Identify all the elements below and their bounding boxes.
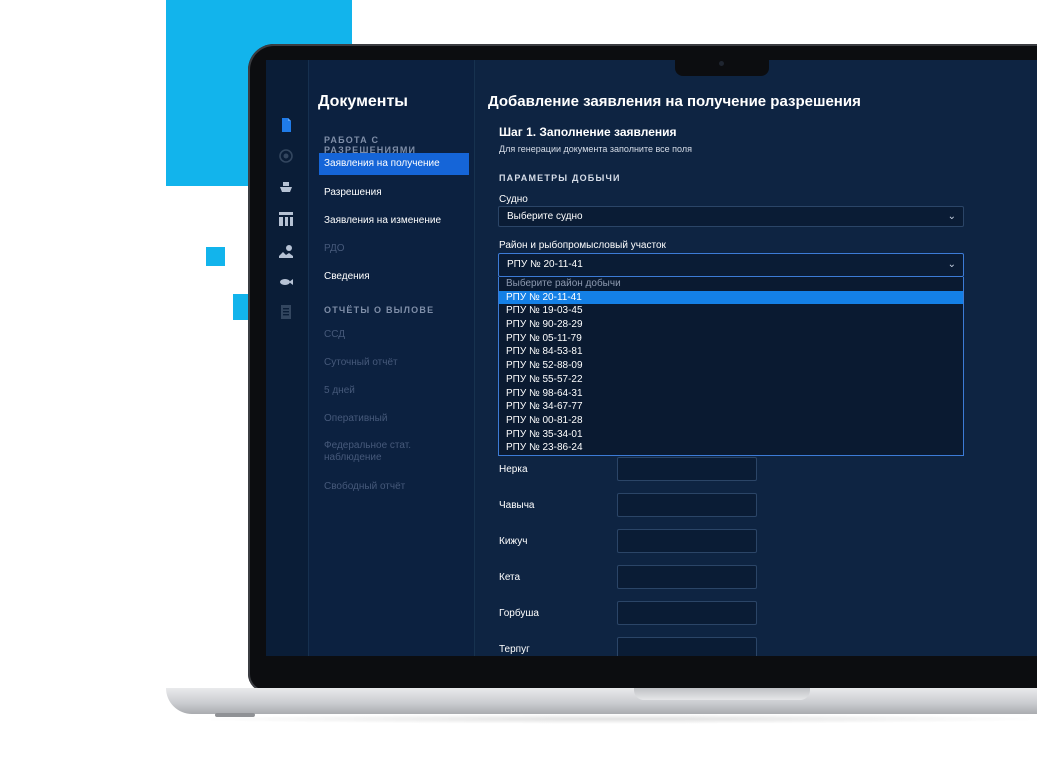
sidebar-item-rdo[interactable]: РДО [319, 238, 469, 260]
map-icon[interactable] [278, 243, 294, 259]
vessel-select[interactable]: Выберите судно ⌄ [498, 206, 964, 227]
main-content: Добавление заявления на получение разреш… [474, 60, 1037, 656]
species-input-chavycha[interactable] [617, 493, 757, 517]
sidebar-section-permissions: РАБОТА С РАЗРЕШЕНИЯМИ [324, 135, 417, 155]
sidebar-item-free-report[interactable]: Свободный отчёт [319, 476, 469, 498]
district-dropdown: Выберите район добычи РПУ № 20-11-41 РПУ… [498, 277, 964, 456]
dropdown-option[interactable]: РПУ № 00-81-28 [499, 414, 963, 428]
district-select[interactable]: РПУ № 20-11-41 ⌄ [498, 253, 964, 277]
sidebar-item-5-days[interactable]: 5 дней [319, 380, 469, 402]
dropdown-option[interactable]: РПУ № 34-67-77 [499, 400, 963, 414]
species-input-keta[interactable] [617, 565, 757, 589]
dropdown-option[interactable]: РПУ № 05-11-79 [499, 332, 963, 346]
species-label-gorbusha: Горбуша [499, 608, 539, 619]
sidebar-item-federal-stat[interactable]: Федеральное стат. наблюдение [319, 438, 419, 468]
species-label-nerka: Нерка [499, 464, 528, 475]
district-select-value: РПУ № 20-11-41 [507, 259, 583, 270]
step-subtitle: Для генерации документа заполните все по… [499, 144, 692, 154]
fish-icon[interactable] [278, 274, 294, 290]
laptop-base [166, 688, 1037, 714]
species-label-keta: Кета [499, 572, 521, 583]
dashboard-icon[interactable] [278, 211, 294, 227]
dropdown-option[interactable]: РПУ № 55-57-22 [499, 373, 963, 387]
species-label-chavycha: Чавыча [499, 500, 535, 511]
vessel-label: Судно [499, 194, 528, 205]
step-title: Шаг 1. Заполнение заявления [499, 125, 677, 139]
sidebar-section-reports: ОТЧЁТЫ О ВЫЛОВЕ [324, 305, 435, 315]
sidebar-item-applications-change[interactable]: Заявления на изменение [319, 210, 469, 232]
sidebar-item-info[interactable]: Сведения [319, 266, 469, 288]
dropdown-option[interactable]: РПУ № 84-53-81 [499, 345, 963, 359]
camera-icon [719, 61, 724, 66]
dropdown-option[interactable]: РПУ № 90-28-29 [499, 318, 963, 332]
chevron-down-icon: ⌄ [947, 211, 956, 222]
laptop-shadow [180, 714, 1037, 724]
documents-icon[interactable] [278, 117, 294, 133]
species-input-nerka[interactable] [617, 457, 757, 481]
sidebar-item-operative[interactable]: Оперативный [319, 408, 469, 430]
chevron-down-icon: ⌄ [947, 259, 956, 270]
target-icon[interactable] [278, 148, 294, 164]
sidebar-item-ssd[interactable]: ССД [319, 324, 469, 346]
dropdown-option[interactable]: РПУ № 20-11-41 [499, 290, 963, 305]
dropdown-option[interactable]: РПУ № 35-34-01 [499, 428, 963, 442]
decorative-blue-square-small [206, 247, 225, 266]
species-label-terpug: Терпуг [499, 644, 530, 655]
district-label: Район и рыбопромысловый участок [499, 240, 666, 251]
species-label-kizhuch: Кижуч [499, 536, 528, 547]
page-title: Добавление заявления на получение разреш… [488, 93, 861, 110]
dropdown-placeholder: Выберите район добычи [506, 278, 621, 289]
sidebar: Документы РАБОТА С РАЗРЕШЕНИЯМИ Заявлени… [309, 60, 474, 656]
dropdown-option[interactable]: РПУ № 23-86-24 [499, 441, 963, 455]
camera-notch [675, 56, 769, 76]
ship-icon[interactable] [278, 179, 294, 195]
species-input-kizhuch[interactable] [617, 529, 757, 553]
laptop-foot [215, 713, 255, 717]
sidebar-item-daily-report[interactable]: Суточный отчёт [319, 352, 469, 374]
vessel-select-value: Выберите судно [507, 211, 583, 222]
sidebar-title: Документы [318, 93, 408, 110]
dropdown-option[interactable]: РПУ № 19-03-45 [499, 304, 963, 318]
dropdown-option[interactable]: РПУ № 52-88-09 [499, 359, 963, 373]
sidebar-item-permissions[interactable]: Разрешения [319, 182, 469, 204]
laptop-base-groove [634, 688, 810, 700]
report-icon[interactable] [278, 304, 294, 320]
sidebar-item-applications-receive[interactable]: Заявления на получение [319, 153, 469, 175]
params-heading: ПАРАМЕТРЫ ДОБЫЧИ [499, 173, 621, 183]
dropdown-option[interactable]: РПУ № 98-64-31 [499, 387, 963, 401]
species-input-gorbusha[interactable] [617, 601, 757, 625]
species-input-terpug[interactable] [617, 637, 757, 656]
icon-rail [266, 60, 309, 656]
app-screen: Документы РАБОТА С РАЗРЕШЕНИЯМИ Заявлени… [266, 60, 1037, 656]
